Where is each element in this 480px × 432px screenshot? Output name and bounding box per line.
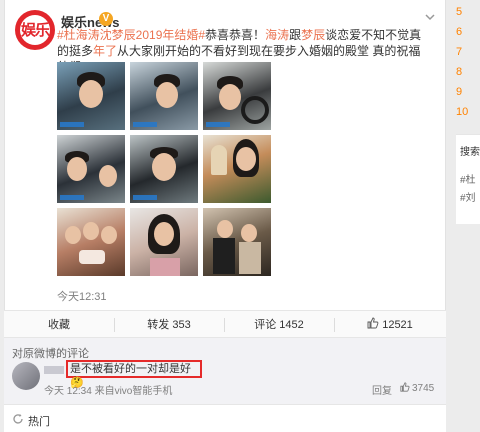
rank-number[interactable]: 6 <box>456 26 462 38</box>
side-tag[interactable]: #刘 <box>460 189 476 204</box>
like-button[interactable]: 12521 <box>334 311 446 339</box>
side-search-title: 搜索 <box>460 147 480 158</box>
comment-like-button[interactable]: 3745 <box>400 382 434 394</box>
comments-title: 对原微博的评论 <box>12 348 89 360</box>
avatar-logo: 娱乐 <box>20 15 50 45</box>
comment-button[interactable]: 评论 1452 <box>224 311 334 339</box>
refresh-icon[interactable] <box>12 413 24 425</box>
comment-text-highlighted: 是不被看好的一对却是好🤔 <box>66 360 202 389</box>
photo-thumbnail[interactable] <box>57 62 125 130</box>
rank-number[interactable]: 9 <box>456 86 462 98</box>
photo-thumbnail[interactable] <box>203 135 271 203</box>
topic-link[interactable]: #杜海涛沈梦辰2019年结婚# <box>57 28 205 42</box>
photo-thumbnail[interactable] <box>130 62 198 130</box>
rank-number[interactable]: 5 <box>456 6 462 18</box>
mention-haitao[interactable]: 海涛 <box>265 28 289 42</box>
rank-number[interactable]: 7 <box>456 46 462 58</box>
commenter-avatar[interactable] <box>12 362 40 390</box>
rank-number[interactable]: 10 <box>456 106 468 118</box>
like-count: 12521 <box>382 319 413 331</box>
commenter-name-redacted <box>44 366 64 374</box>
highlight-word: 年了 <box>93 44 118 58</box>
photo-thumbnail[interactable] <box>57 208 125 276</box>
post-text-part: 恭喜恭喜！ <box>205 28 266 42</box>
hot-label[interactable]: 热门 <box>28 413 50 429</box>
side-search-panel: 搜索 #杜 #刘 <box>456 134 480 224</box>
comment-like-count: 3745 <box>412 383 435 394</box>
post-timestamp[interactable]: 今天12:31 <box>57 288 107 304</box>
user-avatar[interactable]: 娱乐 <box>15 10 55 50</box>
thumbs-up-icon <box>400 382 410 392</box>
comment-meta: 今天 12:34 来自vivo智能手机 <box>44 386 173 397</box>
photo-thumbnail[interactable] <box>130 208 198 276</box>
side-tag[interactable]: #杜 <box>460 171 476 186</box>
verified-badge-icon: V <box>99 12 113 26</box>
photo-thumbnail[interactable] <box>203 208 271 276</box>
collect-button[interactable]: 收藏 <box>4 311 114 339</box>
photo-thumbnail[interactable] <box>203 62 271 130</box>
post-text-part: 跟 <box>289 28 302 42</box>
comment-text: 是不被看好的一对却是好 <box>70 363 191 375</box>
thumbs-up-icon <box>367 317 379 329</box>
rank-number[interactable]: 8 <box>456 66 462 78</box>
post-action-bar: 收藏 转发 353 评论 1452 12521 <box>4 310 446 338</box>
comments-section: 对原微博的评论 是不被看好的一对却是好🤔 今天 12:34 来自vivo智能手机… <box>4 338 446 404</box>
mention-mengchen[interactable]: 梦辰 <box>301 28 325 42</box>
hot-section: 热门 <box>4 404 446 432</box>
photo-thumbnail[interactable] <box>130 135 198 203</box>
reply-button[interactable]: 回复 <box>372 382 392 397</box>
repost-button[interactable]: 转发 353 <box>114 311 224 339</box>
chevron-down-icon[interactable] <box>423 10 437 24</box>
photo-thumbnail[interactable] <box>57 135 125 203</box>
